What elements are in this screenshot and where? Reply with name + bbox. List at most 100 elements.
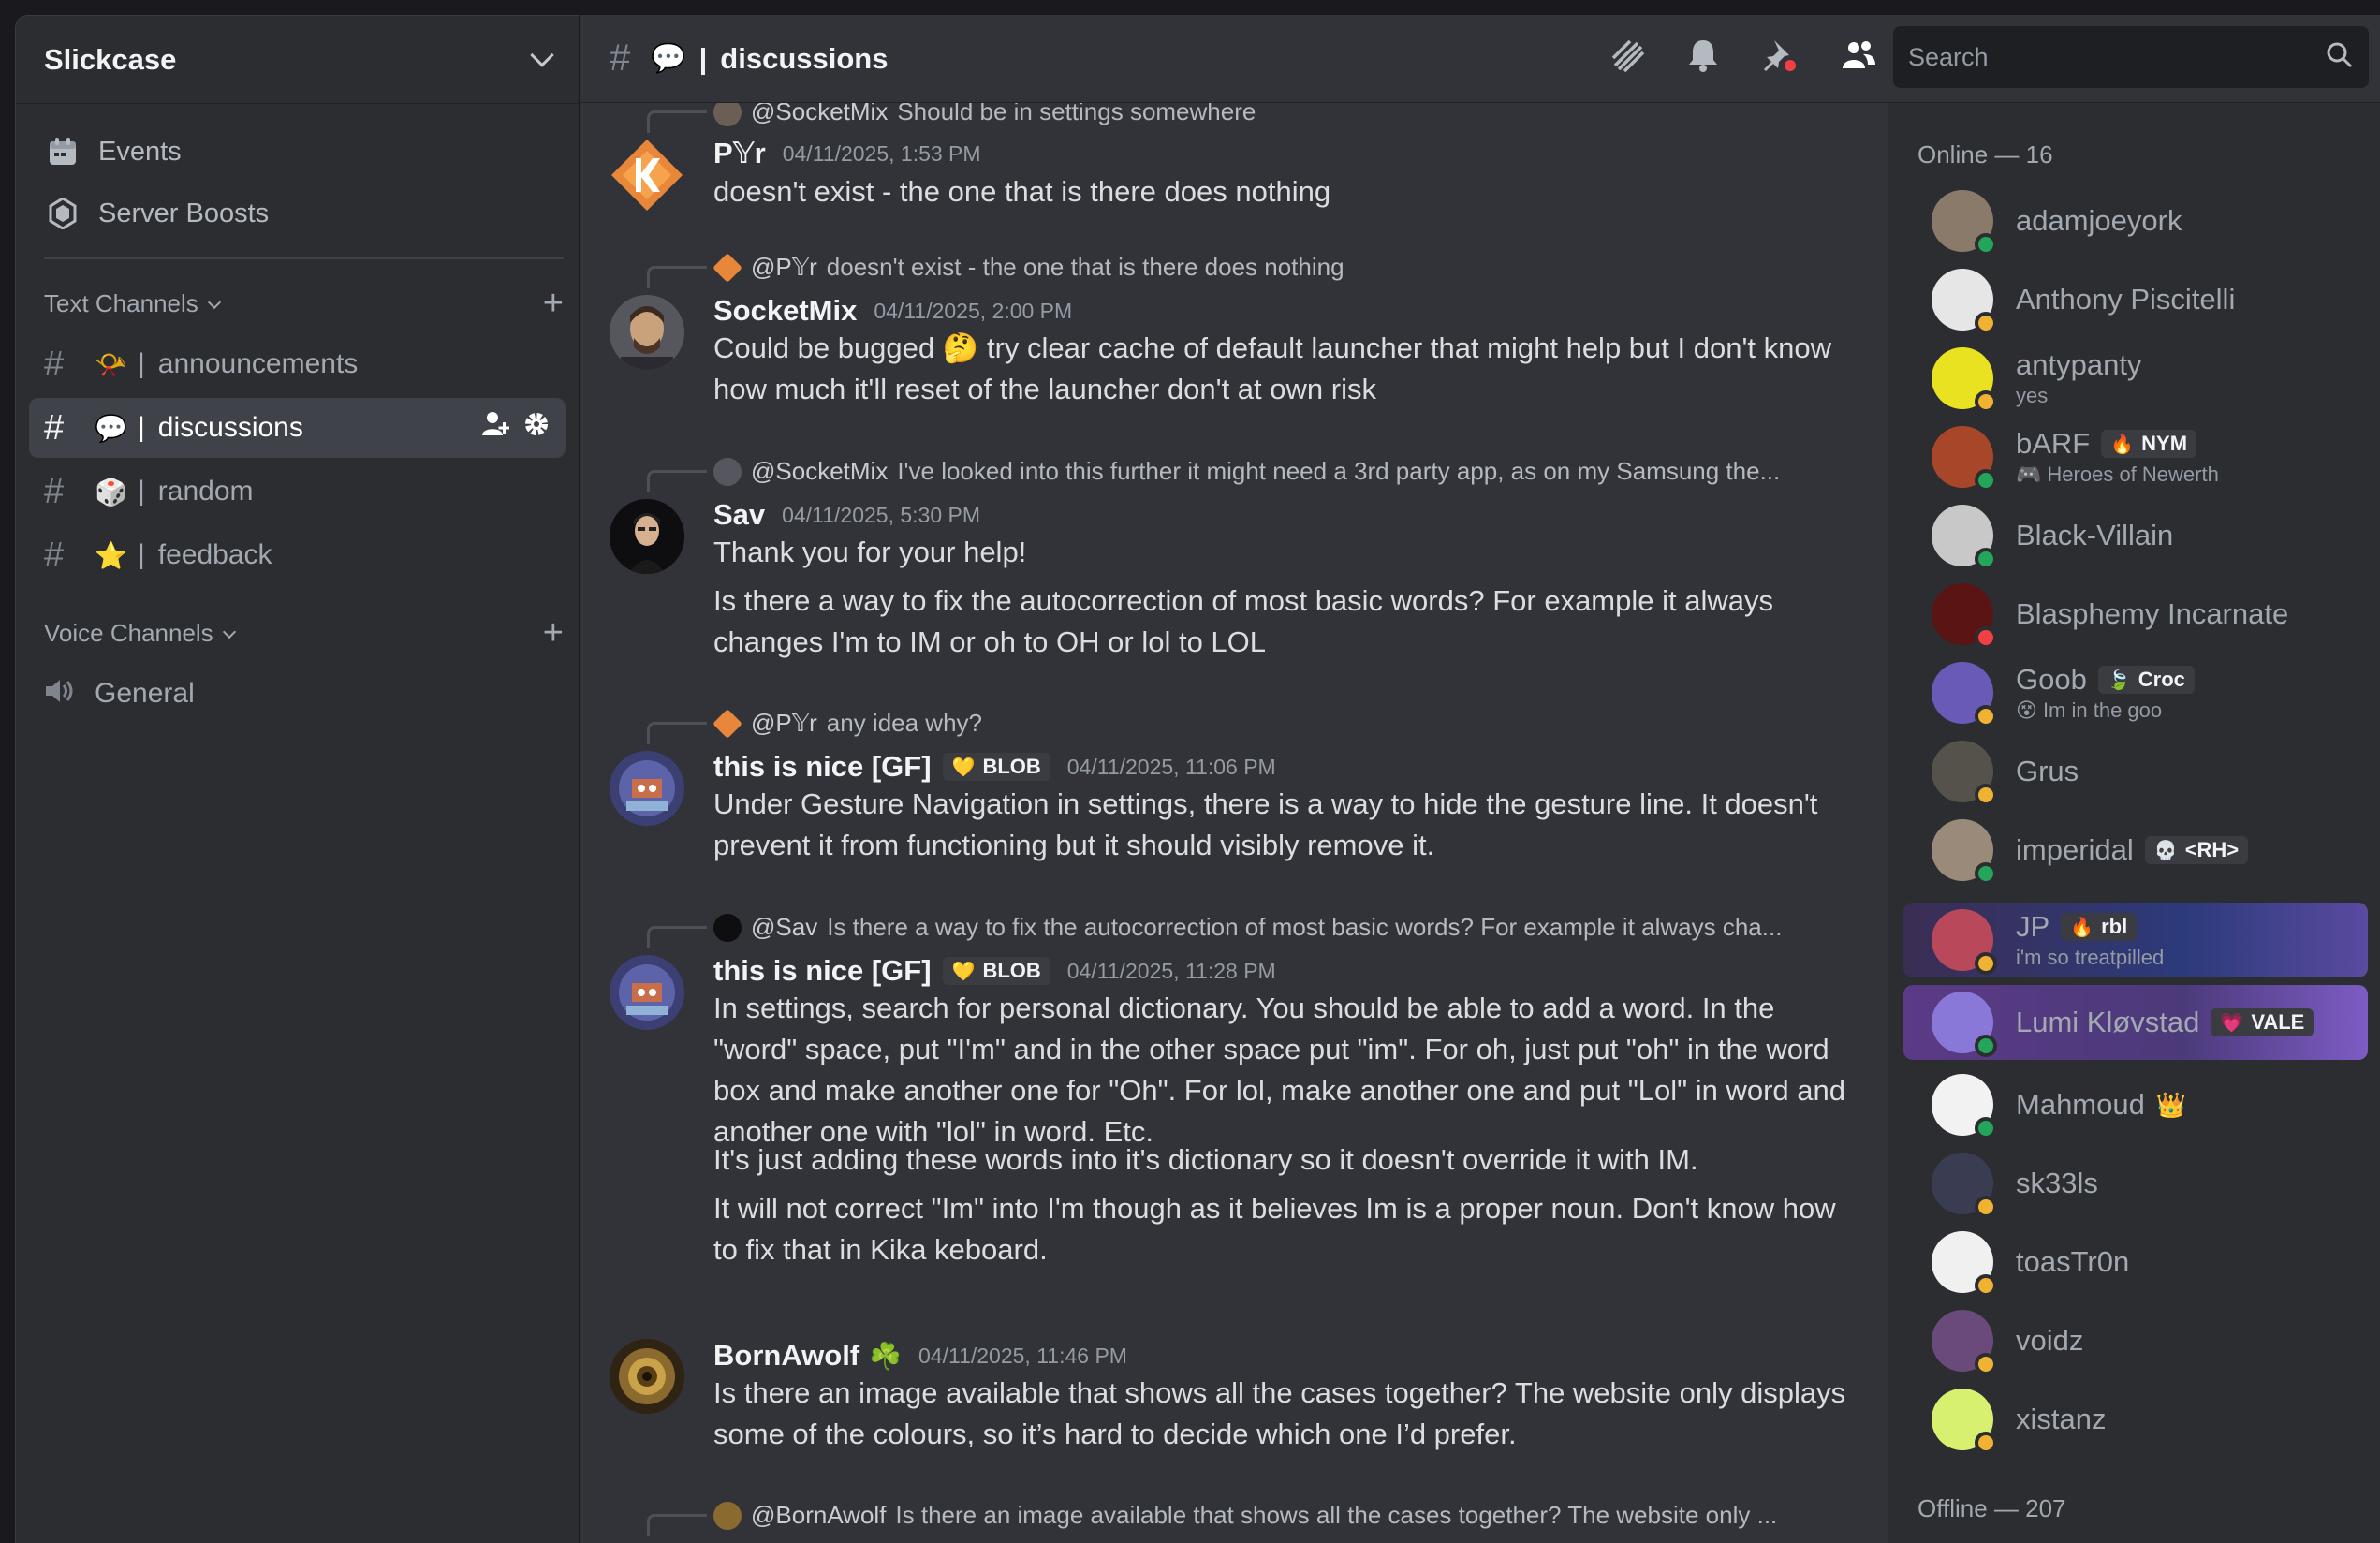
member-item[interactable]: Grus	[1903, 734, 2368, 809]
message-content: Is there a way to fix the autocorrection…	[713, 584, 1773, 658]
message-author[interactable]: this is nice [GF]	[713, 954, 932, 988]
role-tag: 🔥 rbl	[2061, 913, 2138, 941]
reply-preview[interactable]: @P𝕐r doesn't exist - the one that is the…	[713, 253, 1837, 282]
member-item[interactable]: Mahmoud 👑	[1903, 1067, 2368, 1142]
role-tag-label: BLOB	[982, 959, 1041, 982]
sidebar-divider	[44, 257, 564, 259]
member-item[interactable]: voidz	[1903, 1303, 2368, 1378]
member-item[interactable]: toasTr0n	[1903, 1225, 2368, 1300]
channel-separator: |	[138, 412, 145, 443]
reply-author: @SocketMix	[751, 457, 889, 485]
member-name: Blasphemy Incarnate	[2016, 597, 2289, 630]
reply-preview[interactable]: @BornAwolf Is there an image available t…	[713, 1501, 1837, 1530]
avatar[interactable]	[610, 1339, 684, 1414]
sidebar-item-events[interactable]: Events	[29, 121, 566, 183]
member-item[interactable]: imperidal 💀 <RH>	[1903, 813, 2368, 888]
message-author[interactable]: BornAwolf	[713, 1339, 859, 1373]
channel-name: announcements	[157, 348, 359, 379]
status-idle-icon	[1975, 1274, 1997, 1297]
member-group-header: Online — 16	[1917, 140, 2053, 169]
message-content: Could be bugged 🤔 try clear cache of def…	[713, 331, 1831, 405]
member-item[interactable]: antypanty yes	[1903, 341, 2368, 416]
avatar[interactable]	[610, 751, 684, 826]
search-icon[interactable]	[2326, 41, 2354, 74]
avatar[interactable]	[610, 295, 684, 370]
channel-discussions[interactable]: # 💬 | discussions	[29, 398, 566, 458]
boost-gem-icon	[46, 197, 80, 230]
message-author[interactable]: Sav	[713, 498, 765, 532]
member-item[interactable]: sk33ls	[1903, 1146, 2368, 1221]
server-name: Slickcase	[44, 42, 177, 76]
member-item[interactable]: Blasphemy Incarnate	[1903, 577, 2368, 652]
member-item[interactable]: adamjoeyork	[1903, 184, 2368, 258]
bell-icon[interactable]	[1686, 37, 1720, 81]
member-item[interactable]: Goob 🍃 Croc 😵 Im in the goo	[1903, 655, 2368, 730]
heart-icon: 💛	[951, 757, 976, 778]
member-item[interactable]: xistanz	[1903, 1382, 2368, 1457]
message-timestamp: 04/11/2025, 5:30 PM	[782, 502, 981, 527]
pin-icon[interactable]	[1761, 37, 1799, 82]
avatar	[1932, 819, 1997, 885]
member-name: bARF	[2016, 427, 2091, 460]
channel-announcements[interactable]: # 📯 | announcements	[29, 334, 566, 394]
threads-icon[interactable]	[1609, 37, 1645, 81]
message-author[interactable]: P𝕐r	[713, 137, 766, 170]
leaf-icon: 🍃	[2107, 669, 2131, 691]
member-list-icon[interactable]	[1840, 38, 1877, 81]
add-channel-icon[interactable]: +	[543, 286, 564, 321]
reply-preview[interactable]: @P𝕐r any idea why?	[713, 709, 1837, 738]
add-channel-icon[interactable]: +	[543, 615, 564, 651]
channel-random[interactable]: # 🎲 | random	[29, 462, 566, 522]
status-idle-icon	[1975, 705, 1997, 727]
member-item[interactable]: Lumi Kløvstad 💗 VALE	[1903, 985, 2368, 1060]
avatar	[1932, 1231, 1997, 1297]
member-custom-status: yes	[2016, 384, 2049, 407]
message-timestamp: 04/11/2025, 1:53 PM	[782, 140, 981, 166]
channel-emoji: 🎲	[95, 477, 127, 507]
fire-icon: 🔥	[2110, 434, 2135, 455]
channel-emoji: 💬	[95, 413, 127, 443]
member-name: Black-Villain	[2016, 519, 2174, 551]
channel-feedback[interactable]: # ⭐ | feedback	[29, 525, 566, 585]
member-item[interactable]: JP 🔥 rbl i'm so treatpilled	[1903, 903, 2368, 977]
channel-emoji: 📯	[95, 349, 127, 379]
avatar[interactable]	[610, 499, 684, 574]
channel-header: # 💬 | discussions	[580, 15, 2380, 103]
server-header[interactable]: Slickcase	[16, 16, 579, 104]
reply-preview[interactable]: @Sav Is there a way to fix the autocorre…	[713, 913, 1837, 942]
member-item[interactable]: Black-Villain	[1903, 498, 2368, 573]
message-list: @SocketMix Should be in settings somewhe…	[580, 103, 1888, 1543]
hash-icon: #	[44, 471, 65, 511]
message-author[interactable]: this is nice [GF]	[713, 750, 932, 784]
hash-icon: #	[44, 344, 65, 384]
sidebar-item-server-boosts[interactable]: Server Boosts	[29, 183, 566, 244]
member-name: toasTr0n	[2016, 1245, 2130, 1278]
member-name: sk33ls	[2016, 1167, 2098, 1199]
status-online-icon	[1975, 862, 1997, 885]
member-name: Grus	[2016, 755, 2079, 787]
status-idle-icon	[1975, 952, 1997, 975]
gear-icon[interactable]	[522, 410, 551, 446]
message-author[interactable]: SocketMix	[713, 294, 857, 328]
role-tag: 🔥 NYM	[2101, 430, 2197, 458]
reply-author: @P𝕐r	[751, 709, 817, 737]
member-item[interactable]: Anthony Piscitelli	[1903, 262, 2368, 337]
reply-preview[interactable]: @SocketMix I've looked into this further…	[713, 457, 1837, 486]
chevron-down-icon[interactable]	[530, 42, 554, 67]
reply-avatar	[713, 457, 742, 486]
reply-preview[interactable]: @SocketMix Should be in settings somewhe…	[713, 103, 1837, 126]
category-text-channels[interactable]: Text Channels +	[16, 276, 579, 331]
category-voice-channels[interactable]: Voice Channels +	[16, 606, 579, 660]
message-content: In settings, search for personal diction…	[713, 992, 1845, 1148]
invite-user-icon[interactable]	[481, 410, 510, 446]
search-input[interactable]	[1908, 42, 2326, 72]
search-bar[interactable]	[1893, 26, 2369, 88]
member-item[interactable]: bARF 🔥 NYM 🎮 Heroes of Newerth	[1903, 419, 2368, 494]
role-tag: 💛 BLOB	[942, 753, 1050, 781]
hash-icon: #	[610, 37, 631, 79]
avatar[interactable]	[610, 138, 684, 213]
avatar	[1932, 1153, 1997, 1218]
avatar[interactable]	[610, 955, 684, 1030]
role-tag-label: NYM	[2141, 432, 2188, 455]
voice-channel-general[interactable]: General	[29, 664, 566, 724]
